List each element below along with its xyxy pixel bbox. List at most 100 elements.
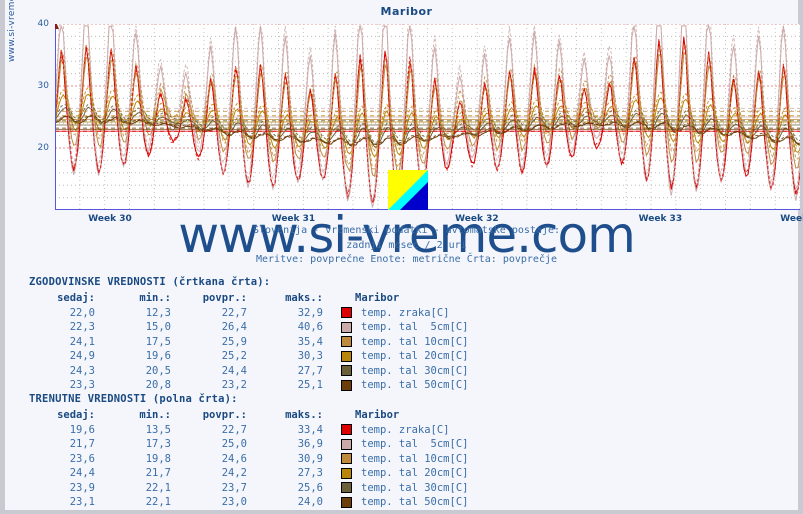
series-color-swatch (333, 306, 361, 321)
table-row: 24,1 17,5 25,9 35,4 temp. tal 10cm[C] (29, 335, 469, 350)
cell-povpr: 25,9 (221, 335, 247, 348)
series-color-swatch (333, 349, 361, 364)
historic-values-title: ZGODOVINSKE VREDNOSTI (črtkana črta): (29, 276, 271, 288)
si-vreme-logo (388, 170, 428, 210)
cell-maks: 32,9 (297, 306, 323, 319)
cell-maks: 24,0 (297, 496, 323, 508)
historic-rows: 22,0 12,3 22,7 32,9 temp. zraka[C] 22,3 15,0 26… (29, 306, 469, 393)
series-color-swatch (333, 335, 361, 350)
table-row: 23,9 22,1 23,7 25,6 temp. tal 30cm[C] (29, 481, 469, 496)
table-row: 23,6 19,8 24,6 30,9 temp. tal 10cm[C] (29, 452, 469, 467)
table-header-row: sedaj: min.: povpr.: maks.: Maribor (29, 291, 468, 306)
cell-min: 20,8 (145, 379, 171, 391)
series-label: temp. tal 10cm[C] (361, 335, 469, 348)
cell-maks: 27,7 (297, 364, 323, 377)
col-min: min.: (139, 292, 171, 304)
cell-sedaj: 23,9 (69, 481, 95, 494)
cell-maks: 33,4 (297, 423, 323, 436)
cell-sedaj: 23,1 (69, 496, 95, 508)
cell-min: 17,3 (145, 438, 171, 450)
table-row: 24,3 20,5 24,4 27,7 temp. tal 30cm[C] (29, 364, 469, 379)
cell-maks: 27,3 (297, 467, 323, 479)
cell-maks: 30,9 (297, 452, 323, 465)
chart-plot-area: 20 30 40 Week 30 Week 31 Week 32 Week 33 Week 3… (38, 19, 803, 224)
cell-sedaj: 24,4 (69, 467, 95, 479)
table-row: 19,6 13,5 22,7 33,4 temp. zraka[C] (29, 423, 468, 438)
cell-sedaj: 24,1 (69, 335, 95, 348)
series-label: temp. tal 5cm[C] (361, 438, 469, 450)
cell-sedaj: 22,0 (69, 306, 95, 319)
cell-povpr: 25,0 (221, 438, 247, 450)
series-label: temp. tal 20cm[C] (361, 467, 469, 479)
series-color-swatch (333, 378, 361, 393)
y-axis-tick-30: 30 (37, 81, 49, 91)
y-axis-tick-20: 20 (37, 143, 49, 153)
table-row: 22,0 12,3 22,7 32,9 temp. zraka[C] (29, 306, 468, 321)
series-color-swatch (333, 437, 361, 452)
x-axis-tick-week-30: Week 30 (88, 214, 132, 224)
cell-povpr: 26,4 (221, 321, 247, 333)
cell-maks: 35,4 (297, 335, 323, 348)
table-row: 24,4 21,7 24,2 27,3 temp. tal 20cm[C] (29, 466, 469, 481)
historic-values-table: sedaj: min.: povpr.: maks.: Maribor 22,0… (29, 291, 468, 393)
cell-min: 17,5 (145, 335, 171, 348)
cell-povpr: 25,2 (221, 350, 247, 362)
col-sedaj: sedaj: (57, 292, 95, 304)
series-color-swatch (333, 481, 361, 496)
subtitle-line-2: zadnji mesec / 2 uri (346, 240, 467, 251)
series-color-swatch (333, 452, 361, 467)
site-watermark-vertical: www.si-vreme.com (7, 0, 17, 62)
cell-min: 22,1 (145, 496, 171, 508)
table-row: 22,3 15,0 26,4 40,6 temp. tal 5cm[C] (29, 320, 469, 335)
series-color-swatch (333, 466, 361, 481)
series-color-swatch (333, 364, 361, 379)
current-rows: 19,6 13,5 22,7 33,4 temp. zraka[C] 21,7 17,3 25… (29, 423, 469, 510)
col-min: min.: (139, 409, 171, 421)
series-color-swatch (333, 423, 361, 438)
cell-maks: 25,6 (297, 481, 323, 494)
cell-min: 22,1 (145, 481, 171, 494)
y-axis-tick-40: 40 (37, 19, 49, 29)
series-label: temp. tal 10cm[C] (361, 452, 469, 465)
series-label: temp. zraka[C] (361, 306, 450, 319)
cell-sedaj: 23,6 (69, 452, 95, 465)
subtitle-line-1: Slovenija - vremenski podatki - avtomats… (252, 225, 561, 236)
col-maks: maks.: (285, 292, 323, 304)
col-sedaj: sedaj: (57, 409, 95, 421)
cell-povpr: 22,7 (221, 306, 247, 319)
current-values-table: sedaj: min.: povpr.: maks.: Maribor 19,6… (29, 408, 468, 510)
cell-povpr: 23,0 (221, 496, 247, 508)
cell-min: 20,5 (145, 364, 171, 377)
cell-povpr: 24,6 (221, 452, 247, 465)
series-label: temp. zraka[C] (361, 423, 450, 436)
cell-min: 21,7 (145, 467, 171, 479)
table-row: 24,9 19,6 25,2 30,3 temp. tal 20cm[C] (29, 349, 469, 364)
series-label: temp. tal 20cm[C] (361, 350, 469, 362)
series-label: temp. tal 30cm[C] (361, 364, 469, 377)
current-values-title: TRENUTNE VREDNOSTI (polna črta): (29, 393, 238, 405)
cell-maks: 36,9 (297, 438, 323, 450)
cell-sedaj: 22,3 (69, 321, 95, 333)
historic-values-block: ZGODOVINSKE VREDNOSTI (črtkana črta): se… (29, 276, 468, 393)
col-station: Maribor (355, 409, 400, 421)
table-row: 21,7 17,3 25,0 36,9 temp. tal 5cm[C] (29, 437, 469, 452)
col-povpr: povpr.: (202, 409, 247, 421)
col-station: Maribor (355, 292, 400, 304)
cell-povpr: 24,2 (221, 467, 247, 479)
x-axis-tick-week-32: Week 32 (455, 214, 499, 224)
subtitle-line-3: Meritve: povprečne Enote: metrične Črta:… (255, 254, 558, 265)
cell-povpr: 23,7 (221, 481, 247, 494)
cell-maks: 40,6 (297, 321, 323, 333)
cell-povpr: 24,4 (221, 364, 247, 377)
current-values-block: TRENUTNE VREDNOSTI (polna črta): sedaj: … (29, 393, 468, 510)
table-row: 23,3 20,8 23,2 25,1 temp. tal 50cm[C] (29, 378, 469, 393)
cell-povpr: 22,7 (221, 423, 247, 436)
table-row: 23,1 22,1 23,0 24,0 temp. tal 50cm[C] (29, 495, 469, 510)
cell-min: 19,6 (145, 350, 171, 362)
cell-min: 12,3 (145, 306, 171, 319)
cell-sedaj: 19,6 (69, 423, 95, 436)
cell-povpr: 23,2 (221, 379, 247, 391)
series-label: temp. tal 50cm[C] (361, 496, 469, 508)
series-label: temp. tal 30cm[C] (361, 481, 469, 494)
series-color-swatch (333, 495, 361, 510)
